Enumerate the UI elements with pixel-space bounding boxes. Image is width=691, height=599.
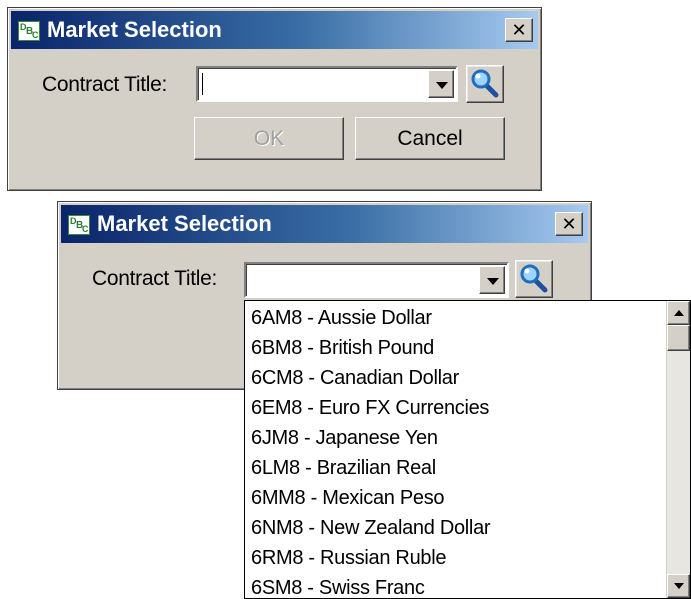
list-item[interactable]: 6JM8 - Japanese Yen: [251, 423, 438, 453]
list-item[interactable]: 6RM8 - Russian Ruble: [251, 543, 447, 573]
list-item[interactable]: 6SM8 - Swiss Franc: [251, 573, 425, 598]
scroll-down-button[interactable]: [667, 574, 690, 598]
app-icon: D B C: [68, 215, 90, 235]
close-icon: ✕: [561, 214, 577, 234]
list-item[interactable]: 6LM8 - Brazilian Real: [251, 453, 436, 483]
list-item[interactable]: 6CM8 - Canadian Dollar: [251, 363, 459, 393]
ok-button[interactable]: OK: [194, 117, 344, 160]
contract-title-combobox[interactable]: [244, 262, 509, 298]
chevron-down-icon: [436, 82, 448, 89]
title-bar[interactable]: D B C Market Selection ✕: [61, 205, 588, 243]
arrow-down-icon: [674, 583, 684, 589]
dialog-title: Market Selection: [47, 17, 222, 42]
close-button[interactable]: ✕: [555, 212, 583, 236]
list-item[interactable]: 6EM8 - Euro FX Currencies: [251, 393, 489, 423]
magnifier-search-icon: [471, 69, 499, 98]
list-item[interactable]: 6NM8 - New Zealand Dollar: [251, 513, 491, 543]
cancel-button[interactable]: Cancel: [355, 117, 505, 160]
list-item[interactable]: 6AM8 - Aussie Dollar: [251, 303, 432, 333]
dropdown-arrow-button[interactable]: [479, 266, 505, 294]
chevron-down-icon: [487, 278, 499, 285]
search-button[interactable]: [515, 260, 553, 298]
scroll-thumb[interactable]: [667, 325, 690, 351]
contract-title-combobox[interactable]: [196, 66, 458, 102]
search-button[interactable]: [466, 65, 504, 103]
dropdown-arrow-button[interactable]: [428, 70, 454, 98]
contract-dropdown-list[interactable]: 6AM8 - Aussie Dollar 6BM8 - British Poun…: [244, 300, 691, 599]
dialog-title: Market Selection: [97, 211, 272, 236]
arrow-up-icon: [674, 310, 684, 316]
app-icon: D B C: [18, 21, 40, 41]
list-item[interactable]: 6MM8 - Mexican Peso: [251, 483, 445, 513]
title-bar[interactable]: D B C Market Selection ✕: [11, 11, 538, 49]
contract-title-label: Contract Title:: [92, 267, 218, 290]
list-item[interactable]: 6BM8 - British Pound: [251, 333, 434, 363]
magnifier-search-icon: [520, 264, 548, 293]
contract-title-label: Contract Title:: [42, 73, 168, 96]
market-selection-dialog: D B C Market Selection ✕ Contract Title:…: [7, 7, 542, 191]
close-icon: ✕: [511, 20, 527, 40]
text-caret: [202, 73, 203, 95]
vertical-scrollbar[interactable]: [666, 301, 690, 598]
scroll-up-button[interactable]: [667, 301, 690, 325]
close-button[interactable]: ✕: [505, 18, 533, 42]
